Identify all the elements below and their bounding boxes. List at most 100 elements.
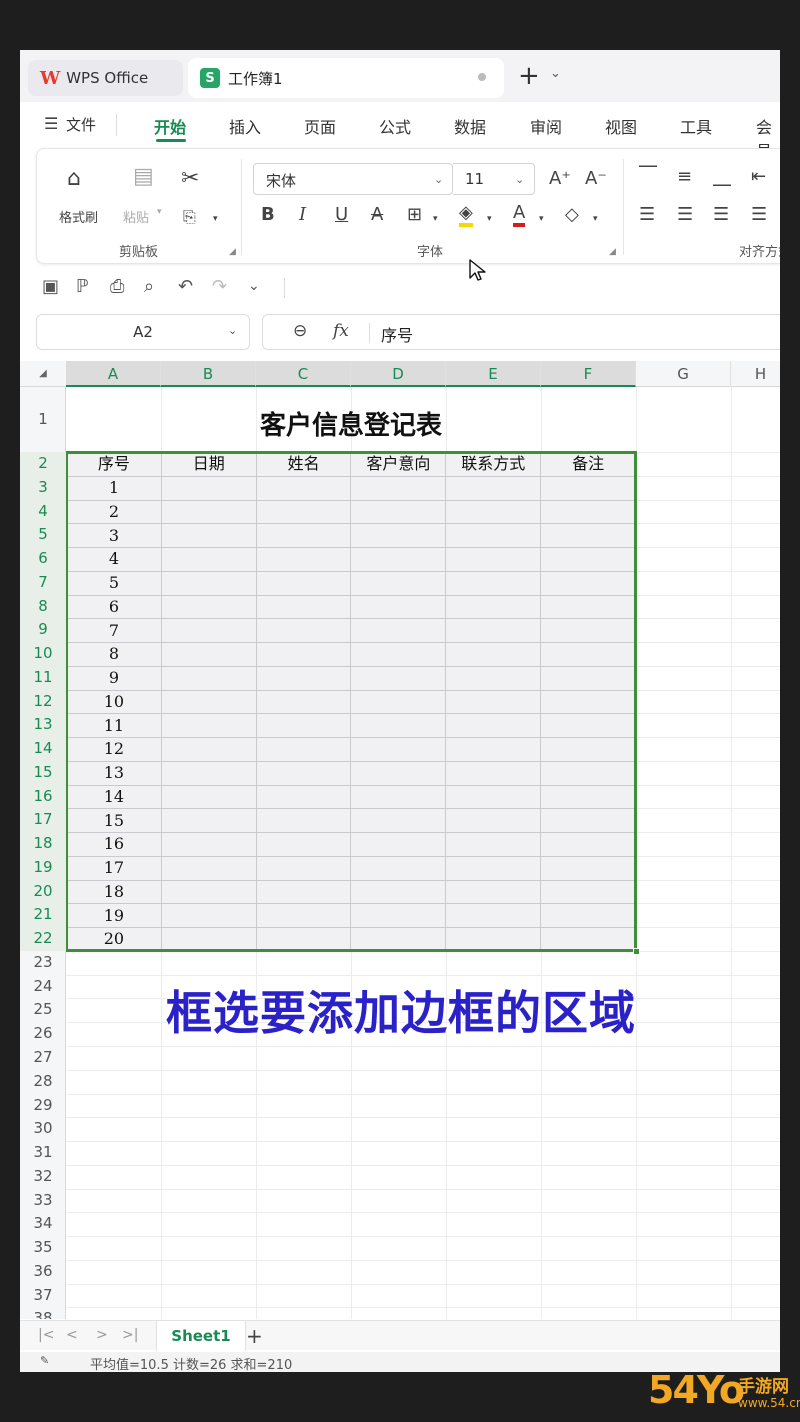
empty-cell[interactable] (445, 879, 542, 905)
empty-cell[interactable] (255, 784, 352, 810)
empty-cell[interactable] (350, 879, 447, 905)
row-header[interactable]: 6 (20, 547, 66, 571)
row-header[interactable]: 17 (20, 808, 66, 833)
spreadsheet-grid[interactable]: 客户信息登记表 序号 日期 姓名 客户意向 联系方式 备注 1 2 3 4 5 6 7 8 9 10 11 12… (20, 361, 780, 1319)
empty-cell[interactable] (350, 713, 447, 738)
empty-cell[interactable] (540, 713, 636, 738)
font-launcher-icon[interactable]: ◢ (609, 247, 616, 257)
empty-cell[interactable] (540, 737, 636, 762)
empty-cell[interactable] (445, 855, 542, 881)
undo-icon[interactable]: ↶ (178, 276, 193, 297)
hamburger-menu-icon[interactable]: ☰ (44, 114, 58, 133)
empty-cell[interactable] (540, 760, 636, 786)
menu-page[interactable]: 页面 (304, 114, 336, 138)
column-header[interactable]: C (256, 361, 351, 387)
row-header[interactable]: 4 (20, 499, 66, 524)
row-header[interactable]: 8 (20, 594, 66, 619)
row-header[interactable]: 33 (20, 1189, 66, 1213)
row-header[interactable]: 30 (20, 1117, 66, 1141)
row-header[interactable]: 11 (20, 665, 66, 690)
empty-cell[interactable] (160, 475, 257, 501)
empty-cell[interactable] (540, 499, 636, 525)
next-sheet-icon[interactable]: > (96, 1327, 108, 1343)
empty-cell[interactable] (160, 903, 257, 928)
empty-cell[interactable] (160, 855, 257, 881)
empty-cell[interactable] (160, 499, 257, 525)
empty-cell[interactable] (445, 547, 542, 572)
borders-icon[interactable]: ⊞ (407, 205, 422, 225)
empty-cell[interactable] (350, 594, 447, 620)
row-header[interactable]: 34 (20, 1212, 66, 1236)
tab-list-chevron-down-icon[interactable]: ⌄ (550, 66, 561, 81)
serial-number-cell[interactable]: 19 (66, 903, 162, 928)
empty-cell[interactable] (445, 665, 542, 691)
align-top-icon[interactable]: ⎺ (639, 165, 657, 185)
row-header[interactable]: 31 (20, 1141, 66, 1165)
column-header[interactable]: B (161, 361, 256, 387)
row-header[interactable]: 13 (20, 713, 66, 738)
menu-data[interactable]: 数据 (454, 114, 486, 138)
empty-cell[interactable] (445, 784, 542, 810)
italic-icon[interactable]: I (299, 205, 306, 225)
empty-cell[interactable] (445, 523, 542, 548)
empty-cell[interactable] (255, 642, 352, 667)
sheet-tab-sheet1[interactable]: Sheet1 (156, 1321, 246, 1351)
export-pdf-icon[interactable]: ℙ (76, 276, 89, 297)
increase-font-size-icon[interactable]: A⁺ (549, 169, 571, 189)
table-header-cell[interactable]: 日期 (160, 452, 257, 477)
table-header-cell[interactable]: 备注 (540, 452, 636, 477)
empty-cell[interactable] (540, 594, 636, 620)
print-icon[interactable]: ⎙ (110, 276, 124, 297)
row-header[interactable]: 23 (20, 951, 66, 975)
empty-cell[interactable] (445, 499, 542, 525)
empty-cell[interactable] (540, 784, 636, 810)
strikethrough-icon[interactable]: A (371, 205, 383, 225)
empty-cell[interactable] (160, 808, 257, 833)
empty-cell[interactable] (160, 547, 257, 572)
serial-number-cell[interactable]: 14 (66, 784, 162, 810)
row-header[interactable]: 20 (20, 879, 66, 904)
empty-cell[interactable] (445, 618, 542, 643)
empty-cell[interactable] (255, 475, 352, 501)
empty-cell[interactable] (160, 713, 257, 738)
menu-view[interactable]: 视图 (605, 114, 637, 138)
row-header[interactable]: 36 (20, 1260, 66, 1284)
row-header[interactable]: 9 (20, 618, 66, 643)
serial-number-cell[interactable]: 4 (66, 547, 162, 572)
menu-tools[interactable]: 工具 (680, 114, 712, 138)
clear-format-chevron-down-icon[interactable]: ▾ (593, 209, 598, 229)
serial-number-cell[interactable]: 12 (66, 737, 162, 762)
row-header[interactable]: 3 (20, 475, 66, 500)
empty-cell[interactable] (445, 760, 542, 786)
empty-cell[interactable] (445, 713, 542, 738)
copy-chevron-down-icon[interactable]: ▾ (213, 209, 218, 229)
row-header[interactable]: 38 (20, 1307, 66, 1319)
font-color-icon[interactable]: A (513, 203, 526, 227)
underline-icon[interactable]: U (335, 205, 348, 225)
empty-cell[interactable] (255, 570, 352, 596)
empty-cell[interactable] (255, 927, 352, 952)
empty-cell[interactable] (445, 642, 542, 667)
empty-cell[interactable] (160, 523, 257, 548)
serial-number-cell[interactable]: 6 (66, 594, 162, 620)
empty-cell[interactable] (255, 618, 352, 643)
empty-cell[interactable] (445, 808, 542, 833)
empty-cell[interactable] (255, 903, 352, 928)
name-box[interactable]: A2 (36, 314, 250, 350)
row-header[interactable]: 27 (20, 1046, 66, 1070)
table-header-cell[interactable]: 序号 (66, 452, 162, 477)
row-header[interactable]: 7 (20, 570, 66, 595)
formula-input[interactable]: ⊖ fx 序号 (262, 314, 780, 350)
format-painter-icon[interactable]: ⌂ (67, 168, 81, 190)
serial-number-cell[interactable]: 8 (66, 642, 162, 667)
add-sheet-plus-icon[interactable]: + (246, 1324, 263, 1348)
empty-cell[interactable] (540, 475, 636, 501)
tab-wps-office[interactable]: W WPS Office (28, 60, 183, 96)
serial-number-cell[interactable]: 15 (66, 808, 162, 833)
menu-file[interactable]: 文件 (66, 114, 96, 135)
empty-cell[interactable] (540, 855, 636, 881)
empty-cell[interactable] (255, 879, 352, 905)
format-painter-label[interactable]: 格式刷 (59, 207, 98, 226)
bold-icon[interactable]: B (261, 205, 275, 225)
empty-cell[interactable] (160, 594, 257, 620)
